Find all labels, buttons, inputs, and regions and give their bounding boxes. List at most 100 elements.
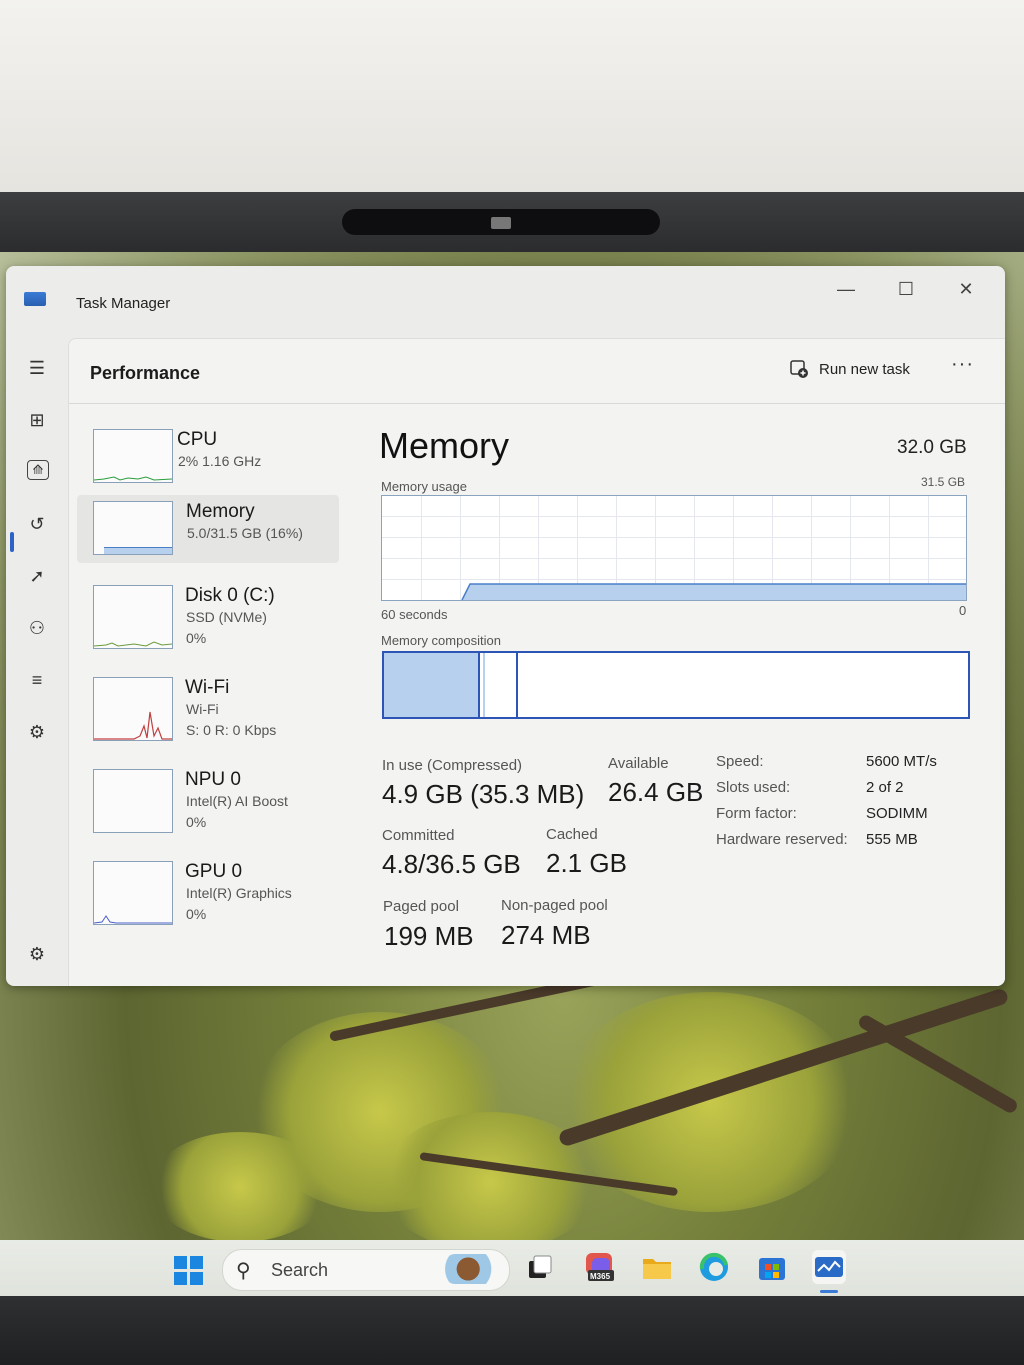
- in-use-value: 4.9 GB (35.3 MB): [382, 779, 585, 809]
- memory-usage-label: Memory usage: [381, 479, 467, 494]
- microsoft-store-icon[interactable]: [755, 1250, 789, 1284]
- task-view-icon[interactable]: [523, 1250, 557, 1284]
- disk-thumbnail: [93, 585, 173, 649]
- device-stat: Intel(R) Graphics: [186, 885, 292, 901]
- laptop-bottom-bezel: [0, 1296, 1024, 1365]
- memory-composition-bar: [382, 651, 970, 719]
- device-name: GPU 0: [185, 861, 243, 882]
- device-stat-secondary: S: 0 R: 0 Kbps: [186, 722, 277, 738]
- memory-thumbnail: [93, 501, 173, 555]
- task-manager-taskbar-icon[interactable]: [812, 1250, 846, 1284]
- run-new-task-button[interactable]: Run new task: [789, 357, 910, 381]
- device-stat: Wi-Fi: [186, 701, 219, 717]
- more-options-icon[interactable]: ···: [951, 353, 974, 376]
- available-value: 26.4 GB: [608, 777, 704, 807]
- composition-modified: [480, 653, 518, 717]
- spec-speed-key: Speed:: [716, 753, 764, 770]
- memory-heading: Memory: [379, 425, 510, 466]
- device-item-npu[interactable]: NPU 0 Intel(R) AI Boost 0%: [85, 763, 345, 833]
- settings-icon[interactable]: ⚙: [24, 942, 50, 966]
- committed-label: Committed: [382, 827, 455, 844]
- m365-copilot-icon[interactable]: M365: [582, 1250, 616, 1284]
- composition-modified-fill: [483, 653, 485, 717]
- device-name: CPU: [177, 429, 218, 450]
- search-icon: ⚲: [236, 1260, 251, 1282]
- cached-value: 2.1 GB: [546, 848, 627, 878]
- search-highlight-icon: [445, 1254, 503, 1284]
- cached-label: Cached: [546, 826, 598, 843]
- device-stat: 2% 1.16 GHz: [178, 453, 262, 469]
- startup-apps-icon[interactable]: ➚: [24, 564, 50, 588]
- task-manager-app-icon: [24, 292, 46, 306]
- paged-pool-value: 199 MB: [384, 921, 474, 951]
- services-icon[interactable]: ⚙: [24, 720, 50, 744]
- close-button[interactable]: ✕: [946, 274, 986, 304]
- device-name: Disk 0 (C:): [185, 585, 275, 606]
- active-app-indicator: [820, 1290, 838, 1293]
- device-item-disk[interactable]: Disk 0 (C:) SSD (NVMe) 0%: [85, 579, 345, 649]
- run-task-icon: [790, 360, 808, 378]
- wifi-thumbnail: [93, 677, 173, 741]
- performance-panel: Performance Run new task ··· CPU 2% 1.16…: [68, 338, 1005, 986]
- app-history-icon[interactable]: ↺: [24, 512, 50, 536]
- edge-browser-icon[interactable]: [697, 1250, 731, 1284]
- background-wall: [0, 0, 1024, 192]
- spec-reserved-key: Hardware reserved:: [716, 831, 848, 848]
- device-item-cpu[interactable]: CPU 2% 1.16 GHz: [85, 423, 345, 491]
- composition-in-use: [384, 653, 480, 717]
- taskbar: ⚲ Search M365: [0, 1240, 1024, 1296]
- graph-zero-label: 0: [959, 603, 967, 618]
- nav-selection-indicator: [10, 532, 14, 552]
- spec-form-value: SODIMM: [866, 805, 928, 822]
- users-icon[interactable]: ⚇: [24, 616, 50, 640]
- device-item-memory[interactable]: Memory 5.0/31.5 GB (16%): [77, 495, 339, 563]
- device-stat-secondary: 0%: [186, 906, 207, 922]
- device-stat: Intel(R) AI Boost: [186, 793, 288, 809]
- npu-thumbnail: [93, 769, 173, 833]
- nonpaged-pool-label: Non-paged pool: [501, 897, 608, 914]
- device-name: NPU 0: [185, 769, 241, 790]
- gpu-thumbnail: [93, 861, 173, 925]
- time-window-label: 60 seconds: [381, 607, 448, 622]
- page-title: Performance: [90, 363, 201, 383]
- memory-usage-series: [461, 583, 966, 600]
- cpu-thumbnail: [93, 429, 173, 483]
- available-label: Available: [608, 755, 669, 772]
- run-new-task-label: Run new task: [819, 360, 910, 378]
- device-item-gpu[interactable]: GPU 0 Intel(R) Graphics 0%: [85, 855, 345, 925]
- memory-usage-max: 31.5 GB: [921, 475, 966, 489]
- device-stat: SSD (NVMe): [186, 609, 267, 625]
- spec-reserved-value: 555 MB: [866, 831, 918, 848]
- task-manager-window: Task Manager — ☐ ✕ ☰ ⊞ ⟰ ↺ ➚ ⚇ ≡ ⚙ ⚙ Per…: [6, 266, 1005, 986]
- search-placeholder: Search: [271, 1260, 329, 1280]
- performance-icon[interactable]: ⟰: [27, 460, 49, 480]
- maximize-button[interactable]: ☐: [886, 274, 926, 304]
- in-use-label: In use (Compressed): [382, 757, 523, 774]
- spec-slots-key: Slots used:: [716, 779, 791, 796]
- device-name: Wi-Fi: [185, 677, 230, 698]
- details-icon[interactable]: ≡: [24, 668, 50, 692]
- window-title: Task Manager: [76, 295, 171, 312]
- processes-icon[interactable]: ⊞: [24, 408, 50, 432]
- nonpaged-pool-value: 274 MB: [501, 920, 591, 950]
- device-stat-secondary: 0%: [186, 814, 207, 830]
- spec-speed-value: 5600 MT/s: [866, 753, 937, 770]
- device-stat-secondary: 0%: [186, 630, 207, 646]
- memory-composition-label: Memory composition: [381, 633, 501, 648]
- hamburger-menu-icon[interactable]: ☰: [24, 356, 50, 380]
- spec-form-key: Form factor:: [716, 805, 797, 822]
- minimize-button[interactable]: —: [826, 274, 866, 304]
- spec-slots-value: 2 of 2: [866, 779, 904, 796]
- header-divider: [69, 403, 1005, 404]
- device-stat: 5.0/31.5 GB (16%): [187, 525, 303, 541]
- nav-rail: ☰ ⊞ ⟰ ↺ ➚ ⚇ ≡ ⚙ ⚙: [6, 336, 66, 986]
- memory-usage-graph: [381, 495, 967, 601]
- start-button[interactable]: [174, 1256, 204, 1286]
- camera-icon: [491, 217, 511, 229]
- memory-total: 32.0 GB: [897, 437, 967, 458]
- taskbar-search[interactable]: ⚲ Search: [222, 1249, 510, 1291]
- device-item-wifi[interactable]: Wi-Fi Wi-Fi S: 0 R: 0 Kbps: [85, 671, 345, 741]
- paged-pool-label: Paged pool: [383, 898, 459, 915]
- m365-label: M365: [590, 1272, 611, 1281]
- file-explorer-icon[interactable]: [640, 1250, 674, 1284]
